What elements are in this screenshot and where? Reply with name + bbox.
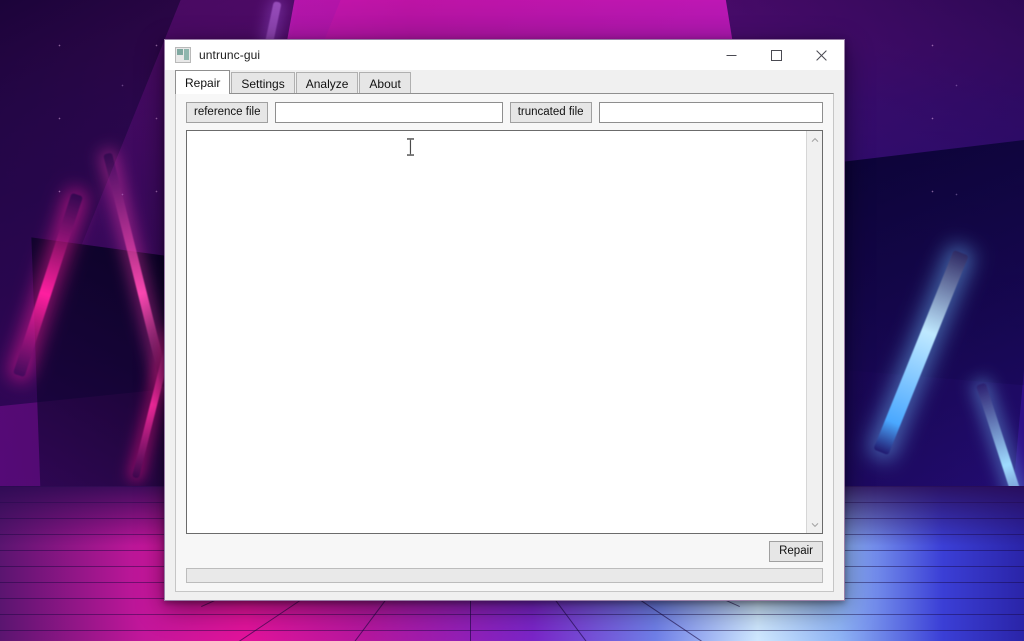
minimize-icon <box>726 54 737 56</box>
action-button-row: Repair <box>186 534 823 564</box>
log-output-textarea[interactable] <box>187 131 806 533</box>
log-output-container <box>186 130 823 534</box>
maximize-button[interactable] <box>754 40 799 70</box>
tab-about[interactable]: About <box>359 72 411 94</box>
tab-repair-label: Repair <box>185 75 221 90</box>
tab-repair[interactable]: Repair <box>175 70 231 94</box>
app-icon <box>175 47 191 63</box>
scroll-down-button[interactable] <box>807 516 823 533</box>
untrunc-gui-window: untrunc-gui Repair Settings Analyze Abou… <box>164 39 845 601</box>
chevron-down-icon <box>811 522 818 527</box>
scroll-up-button[interactable] <box>807 131 823 148</box>
tab-settings-label: Settings <box>241 76 285 91</box>
reference-file-button-label: reference file <box>194 106 261 118</box>
tab-analyze[interactable]: Analyze <box>295 72 359 94</box>
truncated-file-input[interactable] <box>598 102 823 123</box>
maximize-icon <box>771 49 782 61</box>
truncated-file-button-label: truncated file <box>517 106 584 118</box>
window-titlebar[interactable]: untrunc-gui <box>165 40 844 70</box>
window-controls <box>709 40 844 70</box>
chevron-up-icon <box>811 137 818 142</box>
file-selection-row: reference file truncated file <box>186 102 823 123</box>
log-scrollbar[interactable] <box>806 131 822 533</box>
reference-file-button[interactable]: reference file <box>186 102 269 123</box>
progress-bar <box>186 568 823 583</box>
tab-about-label: About <box>369 76 401 91</box>
repair-tab-panel: reference file truncated file Repair <box>175 93 834 592</box>
tab-analyze-label: Analyze <box>305 76 349 91</box>
close-icon <box>816 49 827 61</box>
reference-file-input[interactable] <box>275 102 503 123</box>
repair-button-label: Repair <box>779 545 813 557</box>
tab-bar: Repair Settings Analyze About <box>165 70 844 94</box>
tab-settings[interactable]: Settings <box>231 72 295 94</box>
scrollbar-track[interactable] <box>807 148 823 516</box>
truncated-file-button[interactable]: truncated file <box>509 102 592 123</box>
close-button[interactable] <box>799 40 844 70</box>
minimize-button[interactable] <box>709 40 754 70</box>
repair-button[interactable]: Repair <box>769 541 823 562</box>
window-title: untrunc-gui <box>199 48 261 62</box>
